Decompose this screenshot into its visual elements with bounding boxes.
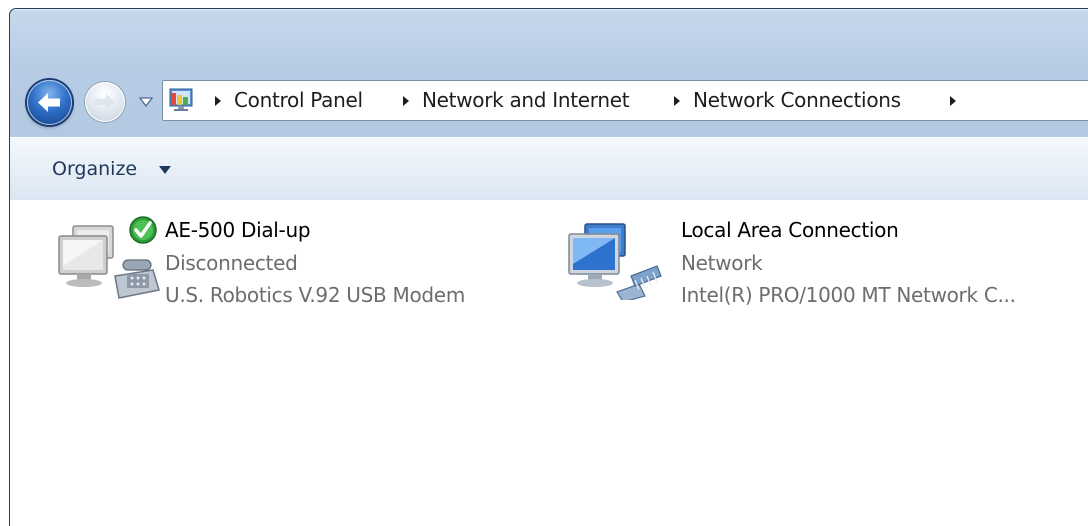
connection-status: Disconnected [165, 251, 298, 275]
breadcrumb-separator-icon[interactable] [672, 95, 682, 107]
organize-button[interactable]: Organize [52, 154, 137, 184]
command-bar: Organize [10, 137, 1088, 201]
breadcrumb-network-and-internet[interactable]: Network and Internet [422, 81, 630, 120]
forward-button[interactable] [85, 82, 125, 122]
connection-status: Network [681, 251, 763, 275]
breadcrumb-separator-icon[interactable] [948, 95, 958, 107]
connection-device: Intel(R) PRO/1000 MT Network C... [681, 283, 1016, 307]
back-button[interactable] [27, 80, 72, 125]
control-panel-icon [169, 88, 193, 111]
connection-device: U.S. Robotics V.92 USB Modem [165, 283, 465, 307]
breadcrumb-control-panel[interactable]: Control Panel [234, 81, 363, 120]
forward-arrow-icon [95, 94, 115, 110]
connection-name: Local Area Connection [681, 218, 899, 242]
organize-label: Organize [52, 158, 138, 180]
address-bar[interactable]: Control Panel Network and Internet Netwo… [162, 80, 1088, 121]
breadcrumb-separator-icon[interactable] [401, 95, 411, 107]
connection-name: AE-500 Dial-up [165, 218, 311, 242]
explorer-window: Control Panel Network and Internet Netwo… [9, 8, 1088, 526]
recent-pages-dropdown-icon[interactable] [139, 96, 153, 108]
connection-item-lan[interactable]: Local Area Connection Network Intel(R) P… [565, 210, 1065, 307]
dialup-modem-icon [58, 216, 160, 299]
back-arrow-icon [38, 93, 60, 112]
lan-network-icon [568, 223, 662, 300]
breadcrumb-network-connections[interactable]: Network Connections [693, 81, 901, 120]
connection-item-dialup[interactable]: AE-500 Dial-up Disconnected U.S. Robotic… [55, 210, 505, 307]
connections-list: AE-500 Dial-up Disconnected U.S. Robotic… [10, 200, 1088, 526]
breadcrumb-separator-icon[interactable] [213, 95, 223, 107]
chevron-down-icon[interactable] [158, 165, 172, 175]
